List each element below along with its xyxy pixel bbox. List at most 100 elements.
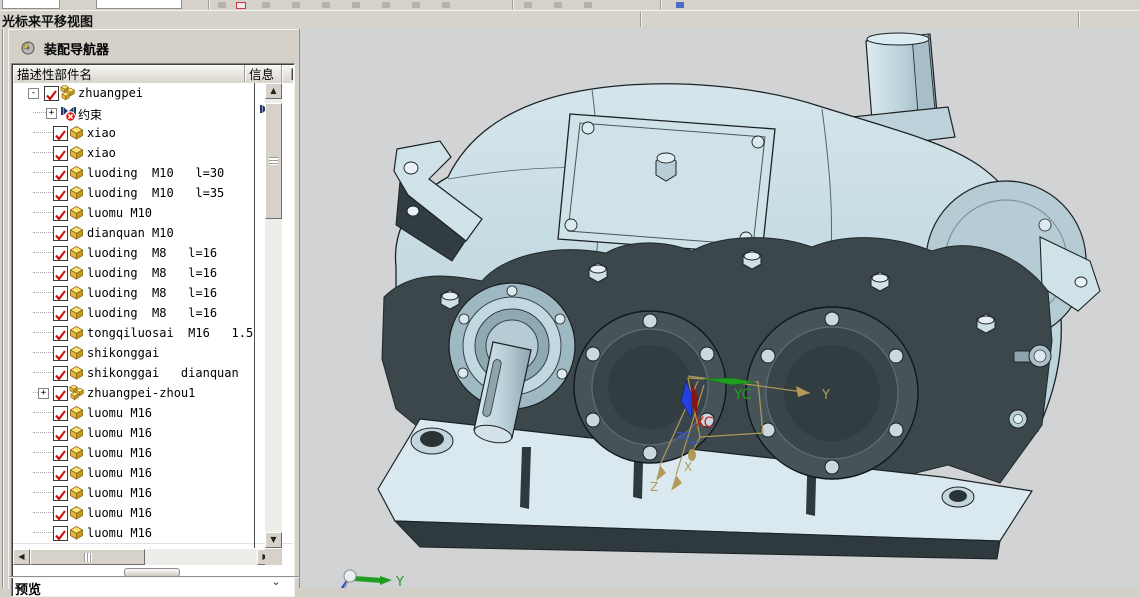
- open-flange-right[interactable]: [745, 306, 919, 480]
- panel-title: 装配导航器: [13, 38, 109, 58]
- scroll-down-button[interactable]: ▼: [265, 532, 282, 548]
- toolbar-icon[interactable]: [524, 2, 532, 8]
- visibility-checkbox[interactable]: [53, 446, 68, 461]
- table-row[interactable]: xiao: [13, 143, 293, 164]
- table-row[interactable]: luoding M8 l=16: [13, 303, 293, 324]
- tree-branch-line: [33, 332, 53, 333]
- visibility-checkbox[interactable]: [53, 146, 68, 161]
- inspection-cover-plate[interactable]: [557, 113, 776, 255]
- visibility-checkbox[interactable]: [53, 426, 68, 441]
- visibility-checkbox[interactable]: [53, 326, 68, 341]
- table-row[interactable]: tongqiluosai M16 1.5: [13, 323, 293, 344]
- tree-branch-line: [33, 472, 53, 473]
- toolbar-combo-fragment[interactable]: [2, 0, 60, 9]
- table-row[interactable]: luomu M16: [13, 443, 293, 464]
- tree-branch-line: [33, 512, 53, 513]
- toolbar-icon[interactable]: [584, 2, 592, 8]
- table-row[interactable]: luomu M16: [13, 423, 293, 444]
- table-row[interactable]: xiao: [13, 123, 293, 144]
- tree-horizontal-scrollbar[interactable]: ◀ ▶: [13, 549, 274, 565]
- expander-toggle[interactable]: -: [28, 88, 39, 99]
- tree-branch-line: [33, 372, 53, 373]
- table-row[interactable]: luomu M16: [13, 483, 293, 504]
- toolbar-icon[interactable]: [442, 2, 450, 8]
- table-header: 描述性部件名 信息 丨: [13, 65, 293, 84]
- info-column-divider: [254, 83, 255, 548]
- part-label: luoding M8 l=16: [87, 266, 218, 280]
- visibility-checkbox[interactable]: [53, 386, 68, 401]
- toolbar-icon[interactable]: [412, 2, 420, 8]
- toolbar-icon[interactable]: [382, 2, 390, 8]
- toolbar-icon-blue[interactable]: [676, 2, 684, 8]
- table-row[interactable]: + zhuangpei-zhou1: [13, 383, 293, 404]
- tree-branch-line: [33, 192, 53, 193]
- table-row[interactable]: - zhuangpei: [13, 83, 293, 104]
- visibility-checkbox[interactable]: [53, 166, 68, 181]
- toolbar-icon-red[interactable]: [236, 2, 246, 9]
- table-row[interactable]: shikonggai dianquan: [13, 363, 293, 384]
- graphics-viewport[interactable]: YC XC ZC Y X Z + Y: [299, 29, 1139, 588]
- part-icon: [69, 265, 85, 281]
- part-icon: [69, 525, 85, 541]
- visibility-checkbox[interactable]: [53, 126, 68, 141]
- visibility-checkbox[interactable]: [53, 186, 68, 201]
- scroll-up-button[interactable]: ▲: [265, 83, 282, 99]
- toolbar-combo-fragment-2[interactable]: [96, 0, 182, 9]
- part-icon: [69, 345, 85, 361]
- toolbar-icon[interactable]: [262, 2, 270, 8]
- visibility-checkbox[interactable]: [53, 246, 68, 261]
- expander-toggle[interactable]: +: [38, 388, 49, 399]
- toolbar-icon[interactable]: [554, 2, 562, 8]
- table-row[interactable]: luoding M10 l=30: [13, 163, 293, 184]
- toolbar-separator: [208, 0, 209, 9]
- visibility-checkbox[interactable]: [44, 86, 59, 101]
- visibility-checkbox[interactable]: [53, 406, 68, 421]
- visibility-checkbox[interactable]: [53, 206, 68, 221]
- tree-branch-line: [33, 172, 53, 173]
- visibility-checkbox[interactable]: [53, 266, 68, 281]
- table-row[interactable]: dianquan M10: [13, 223, 293, 244]
- toolbar-separator: [512, 0, 513, 9]
- column-header-name[interactable]: 描述性部件名: [13, 65, 245, 82]
- table-row[interactable]: luomu M16: [13, 463, 293, 484]
- visibility-checkbox[interactable]: [53, 286, 68, 301]
- tree-vertical-scrollbar[interactable]: ▲ ▼: [265, 83, 282, 548]
- toolbar-icon[interactable]: [292, 2, 300, 8]
- expander-toggle[interactable]: +: [46, 108, 57, 119]
- part-label: tongqiluosai M16 1.5: [87, 326, 254, 340]
- table-row[interactable]: luoding M8 l=16: [13, 243, 293, 264]
- table-row[interactable]: shikonggai: [13, 343, 293, 364]
- horizontal-scroll-thumb[interactable]: [30, 549, 145, 565]
- part-label: luomu M16: [87, 446, 153, 460]
- visibility-checkbox[interactable]: [53, 366, 68, 381]
- table-row[interactable]: luoding M8 l=16: [13, 263, 293, 284]
- table-row[interactable]: luomu M16: [13, 523, 293, 544]
- part-label: luoding M8 l=16: [87, 306, 218, 320]
- column-header-info[interactable]: 信息: [245, 65, 282, 82]
- visibility-checkbox[interactable]: [53, 306, 68, 321]
- visibility-checkbox[interactable]: [53, 526, 68, 541]
- part-icon: [69, 445, 85, 461]
- visibility-checkbox[interactable]: [53, 466, 68, 481]
- column-header-clipped[interactable]: 丨: [282, 65, 293, 82]
- part-label: luoding M10 l=35: [87, 186, 225, 200]
- tree-branch-line: [33, 132, 53, 133]
- visibility-checkbox[interactable]: [53, 346, 68, 361]
- toolbar-icon[interactable]: [322, 2, 330, 8]
- toolbar-icon[interactable]: [352, 2, 360, 8]
- table-row[interactable]: luomu M16: [13, 503, 293, 524]
- table-row[interactable]: + 约束: [13, 103, 293, 124]
- visibility-checkbox[interactable]: [53, 486, 68, 501]
- table-row[interactable]: luomu M10: [13, 203, 293, 224]
- table-row[interactable]: luoding M10 l=35: [13, 183, 293, 204]
- vertical-scroll-thumb[interactable]: [265, 103, 282, 219]
- visibility-checkbox[interactable]: [53, 506, 68, 521]
- tree-branch-line: [33, 152, 53, 153]
- table-row[interactable]: luoding M8 l=16: [13, 283, 293, 304]
- toolbar-icon[interactable]: [218, 2, 226, 8]
- visibility-checkbox[interactable]: [53, 226, 68, 241]
- table-row[interactable]: luomu M16: [13, 403, 293, 424]
- part-label: luoding M10 l=30: [87, 166, 225, 180]
- chevron-collapse-icon[interactable]: ⌄: [267, 576, 285, 589]
- scroll-left-button[interactable]: ◀: [13, 549, 30, 565]
